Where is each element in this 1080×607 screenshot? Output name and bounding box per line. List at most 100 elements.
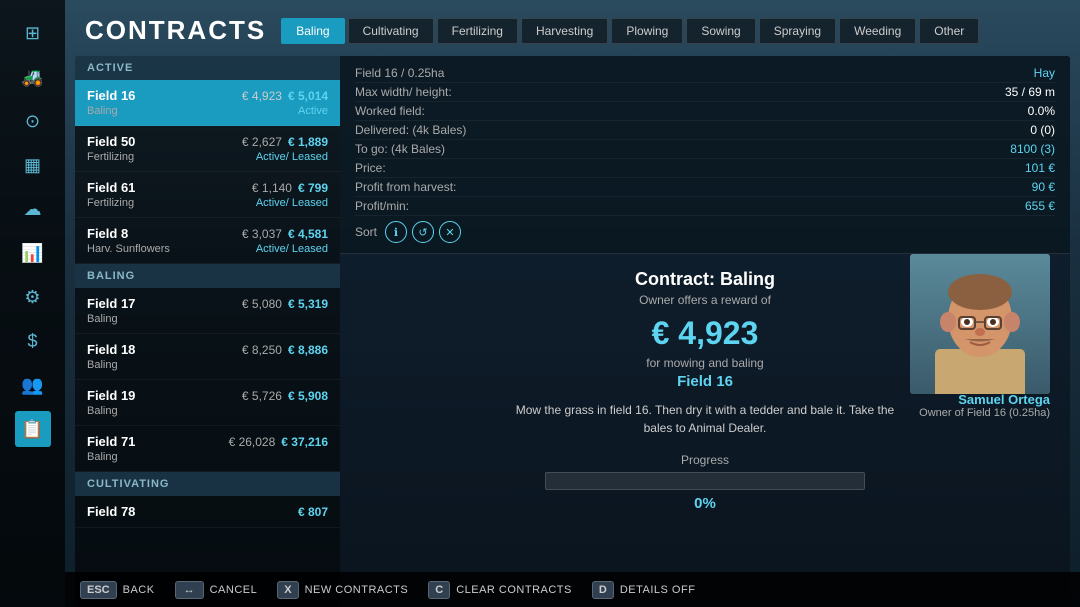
contract-title: Contract: Baling <box>635 269 775 290</box>
contract-detail: Samuel Ortega Owner of Field 16 (0.25ha)… <box>340 254 1070 607</box>
field-name: Field 50 <box>87 134 135 149</box>
contract-status: Active/ Leased <box>256 243 328 255</box>
sort-close-icon[interactable]: ✕ <box>439 221 461 243</box>
stats-icon[interactable]: 📊 <box>15 235 51 271</box>
tab-other[interactable]: Other <box>919 18 979 44</box>
machine-icon[interactable]: ⚙ <box>15 279 51 315</box>
npc-portrait: Samuel Ortega Owner of Field 16 (0.25ha) <box>910 254 1050 414</box>
progress-section: Progress 0% <box>545 453 865 512</box>
base-price: € 4,923 <box>242 89 282 103</box>
hire-icon[interactable]: 👥 <box>15 367 51 403</box>
details-off-button[interactable]: D DETAILS OFF <box>592 581 696 599</box>
contract-status: Active/ Leased <box>256 151 328 163</box>
field-name: Field 18 <box>87 342 135 357</box>
detail-info: Field 16 / 0.25ha Hay Max width/ height:… <box>340 56 1070 254</box>
delivered-value: 0 (0) <box>1030 123 1055 137</box>
togo-label: To go: (4k Bales) <box>355 142 445 156</box>
price-label: Price: <box>355 161 386 175</box>
profit-harvest-value: 90 € <box>1032 180 1055 194</box>
detail-row-price: Price: 101 € <box>355 159 1055 178</box>
list-item[interactable]: Field 78 € 807 <box>75 496 340 528</box>
base-price: € 1,140 <box>252 181 292 195</box>
tab-fertilizing[interactable]: Fertilizing <box>437 18 518 44</box>
contract-type: Fertilizing <box>87 197 134 209</box>
base-price: € 2,627 <box>242 135 282 149</box>
money-icon[interactable]: $ <box>15 323 51 359</box>
tab-cultivating[interactable]: Cultivating <box>348 18 434 44</box>
new-label: NEW CONTRACTS <box>305 584 409 596</box>
profit-harvest-label: Profit from harvest: <box>355 180 456 194</box>
contracts-icon[interactable]: 📋 <box>15 411 51 447</box>
back-button[interactable]: ESC BACK <box>80 581 155 599</box>
list-item[interactable]: Field 16 € 4,923 € 5,014 Baling Active <box>75 80 340 126</box>
detail-row-maxwidth: Max width/ height: 35 / 69 m <box>355 83 1055 102</box>
list-item[interactable]: Field 50 € 2,627 € 1,889 Fertilizing Act… <box>75 126 340 172</box>
steering-icon[interactable]: ⊙ <box>15 103 51 139</box>
worked-value: 0.0% <box>1028 104 1055 118</box>
field-name: Field 61 <box>87 180 135 195</box>
list-item[interactable]: Field 71 € 26,028 € 37,216 Baling <box>75 426 340 472</box>
list-item[interactable]: Field 18 € 8,250 € 8,886 Baling <box>75 334 340 380</box>
detail-row-profit-harvest: Profit from harvest: 90 € <box>355 178 1055 197</box>
field-info-value: Hay <box>1034 66 1055 80</box>
map-icon[interactable]: ⊞ <box>15 15 51 51</box>
cancel-key: ↔ <box>175 581 204 599</box>
tractor-icon[interactable]: 🚜 <box>15 59 51 95</box>
tab-spraying[interactable]: Spraying <box>759 18 836 44</box>
section-active: ACTIVE <box>75 56 340 80</box>
togo-value: 8100 (3) <box>1010 142 1055 156</box>
calendar-icon[interactable]: ▦ <box>15 147 51 183</box>
clear-contracts-button[interactable]: C CLEAR CONTRACTS <box>428 581 572 599</box>
total-price: € 799 <box>298 181 328 195</box>
contract-list: ACTIVE Field 16 € 4,923 € 5,014 Baling A… <box>75 56 340 607</box>
detail-row-delivered: Delivered: (4k Bales) 0 (0) <box>355 121 1055 140</box>
clear-key: C <box>428 581 450 599</box>
base-price: € 3,037 <box>242 227 282 241</box>
page-title: CONTRACTS <box>85 15 266 46</box>
cancel-button[interactable]: ↔ CANCEL <box>175 581 258 599</box>
list-item[interactable]: Field 8 € 3,037 € 4,581 Harv. Sunflowers… <box>75 218 340 264</box>
sort-refresh-icon[interactable]: ↺ <box>412 221 434 243</box>
field-name: Field 78 <box>87 504 135 519</box>
field-info-label: Field 16 / 0.25ha <box>355 66 444 80</box>
detail-row-profit-min: Profit/min: 655 € <box>355 197 1055 216</box>
field-name: Field 17 <box>87 296 135 311</box>
tab-baling[interactable]: Baling <box>281 18 344 44</box>
worked-label: Worked field: <box>355 104 425 118</box>
new-key: X <box>277 581 298 599</box>
list-item[interactable]: Field 19 € 5,726 € 5,908 Baling <box>75 380 340 426</box>
total-price: € 1,889 <box>288 135 328 149</box>
base-price: € 8,250 <box>242 343 282 357</box>
details-label: DETAILS OFF <box>620 584 696 596</box>
contract-status: Active/ Leased <box>256 197 328 209</box>
tab-harvesting[interactable]: Harvesting <box>521 18 608 44</box>
contract-status: Active <box>298 105 328 117</box>
total-price: € 8,886 <box>288 343 328 357</box>
field-name: Field 19 <box>87 388 135 403</box>
tab-sowing[interactable]: Sowing <box>686 18 755 44</box>
weather-icon[interactable]: ☁ <box>15 191 51 227</box>
contract-type: Harv. Sunflowers <box>87 243 170 255</box>
tab-weeding[interactable]: Weeding <box>839 18 916 44</box>
detail-row-worked: Worked field: 0.0% <box>355 102 1055 121</box>
npc-role: Owner of Field 16 (0.25ha) <box>919 407 1050 419</box>
field-name: Field 8 <box>87 226 128 241</box>
cancel-label: CANCEL <box>210 584 258 596</box>
main-content: CONTRACTS Baling Cultivating Fertilizing… <box>65 0 1080 607</box>
progress-label: Progress <box>545 453 865 467</box>
reward-for: for mowing and baling <box>646 356 763 370</box>
total-price: € 4,581 <box>288 227 328 241</box>
list-item[interactable]: Field 17 € 5,080 € 5,319 Baling <box>75 288 340 334</box>
new-contracts-button[interactable]: X NEW CONTRACTS <box>277 581 408 599</box>
content-area: ACTIVE Field 16 € 4,923 € 5,014 Baling A… <box>65 56 1080 607</box>
list-item[interactable]: Field 61 € 1,140 € 799 Fertilizing Activ… <box>75 172 340 218</box>
esc-key: ESC <box>80 581 117 599</box>
tab-plowing[interactable]: Plowing <box>611 18 683 44</box>
sort-row: Sort ℹ ↺ ✕ <box>355 216 1055 245</box>
left-sidebar: ⊞ 🚜 ⊙ ▦ ☁ 📊 ⚙ $ 👥 📋 <box>0 0 65 607</box>
contract-type: Baling <box>87 405 118 417</box>
sort-info-icon[interactable]: ℹ <box>385 221 407 243</box>
npc-info: Samuel Ortega Owner of Field 16 (0.25ha) <box>919 392 1050 419</box>
detail-row-field: Field 16 / 0.25ha Hay <box>355 64 1055 83</box>
npc-name: Samuel Ortega <box>919 392 1050 407</box>
